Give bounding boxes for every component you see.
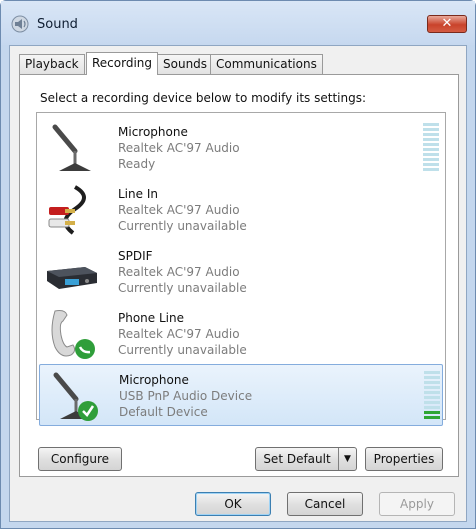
tab-recording[interactable]: Recording: [86, 52, 159, 75]
device-row-spdif[interactable]: SPDIF Realtek AC'97 Audio Currently unav…: [39, 241, 443, 303]
meter-segment: [424, 396, 440, 399]
meter-segment: [424, 401, 440, 404]
microphone-default-icon: [53, 372, 98, 421]
device-status: Currently unavailable: [118, 343, 247, 357]
meter-segment: [424, 381, 440, 384]
device-driver: Realtek AC'97 Audio: [118, 327, 240, 341]
meter-segment: [423, 143, 439, 146]
device-name: Line In: [118, 187, 158, 201]
tab-label: Sounds: [163, 57, 208, 71]
device-driver: Realtek AC'97 Audio: [118, 203, 240, 217]
device-name: SPDIF: [118, 249, 153, 263]
meter-segment: [423, 153, 439, 156]
tab-label: Recording: [92, 56, 153, 70]
ok-button[interactable]: OK: [195, 492, 271, 516]
set-default-label: Set Default: [263, 452, 331, 466]
microphone-icon: [52, 124, 91, 171]
meter-segment: [424, 416, 440, 419]
meter-segment: [424, 371, 440, 374]
line-in-cable-icon: [48, 185, 86, 235]
cancel-button[interactable]: Cancel: [287, 492, 363, 516]
meter-segment: [424, 391, 440, 394]
tab-sounds[interactable]: Sounds: [157, 54, 214, 74]
meter-segment: [424, 411, 440, 414]
instructions-text: Select a recording device below to modif…: [40, 91, 367, 105]
device-row-line-in[interactable]: Line In Realtek AC'97 Audio Currently un…: [39, 179, 443, 241]
device-name: Microphone: [119, 373, 189, 387]
device-row-phone-line[interactable]: Phone Line Realtek AC'97 Audio Currently…: [39, 303, 443, 365]
device-status: Ready: [118, 157, 156, 171]
level-meter: [424, 371, 440, 423]
device-row-microphone-realtek[interactable]: Microphone Realtek AC'97 Audio Ready: [39, 117, 443, 179]
device-status: Default Device: [119, 405, 208, 419]
device-row-microphone-usb[interactable]: Microphone USB PnP Audio Device Default …: [39, 364, 443, 426]
meter-segment: [423, 133, 439, 136]
meter-segment: [423, 168, 439, 171]
device-status: Currently unavailable: [118, 281, 247, 295]
tab-label: Playback: [25, 57, 79, 71]
close-button[interactable]: ✕: [427, 15, 467, 33]
tab-label: Communications: [216, 57, 317, 71]
set-default-button[interactable]: Set Default ▼: [255, 447, 357, 471]
meter-segment: [423, 138, 439, 141]
title-bar[interactable]: Sound ✕: [1, 1, 475, 45]
meter-segment: [423, 123, 439, 126]
level-meter: [423, 123, 439, 175]
sound-dialog: Sound ✕ Playback Recording Sounds Commun…: [0, 0, 476, 529]
meter-segment: [424, 386, 440, 389]
meter-segment: [423, 158, 439, 161]
meter-segment: [423, 163, 439, 166]
device-list[interactable]: Microphone Realtek AC'97 Audio Ready Lin…: [36, 112, 446, 426]
device-name: Phone Line: [118, 311, 184, 325]
meter-segment: [423, 128, 439, 131]
device-driver: Realtek AC'97 Audio: [118, 265, 240, 279]
speaker-icon: [11, 15, 29, 33]
close-icon: ✕: [441, 16, 453, 31]
meter-segment: [424, 376, 440, 379]
meter-segment: [424, 406, 440, 409]
meter-segment: [423, 148, 439, 151]
configure-button[interactable]: Configure: [38, 447, 122, 471]
tab-communications[interactable]: Communications: [210, 54, 323, 74]
apply-button[interactable]: Apply: [379, 492, 455, 516]
device-driver: USB PnP Audio Device: [119, 389, 253, 403]
window-title: Sound: [37, 17, 78, 32]
chevron-down-icon[interactable]: ▼: [338, 448, 356, 470]
properties-button[interactable]: Properties: [365, 447, 443, 471]
device-name: Microphone: [118, 125, 188, 139]
device-driver: Realtek AC'97 Audio: [118, 141, 240, 155]
spdif-device-icon: [47, 267, 97, 289]
recording-panel: Select a recording device below to modif…: [19, 74, 459, 477]
tab-playback[interactable]: Playback: [19, 54, 85, 74]
device-status: Currently unavailable: [118, 219, 247, 233]
phone-icon: [51, 310, 95, 359]
